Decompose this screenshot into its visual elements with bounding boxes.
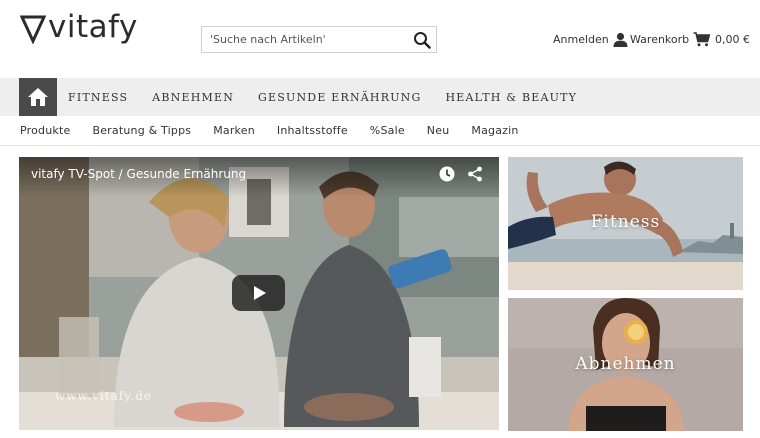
nav-item-abnehmen[interactable]: ABNEHMEN bbox=[152, 91, 234, 104]
video-watermark: www.vitafy.de bbox=[55, 389, 153, 403]
promo-tile-fitness[interactable]: Fitness bbox=[508, 157, 743, 290]
share-icon bbox=[468, 166, 482, 182]
promo-tile-fitness-label: Fitness bbox=[590, 212, 661, 232]
clock-icon bbox=[439, 166, 455, 182]
subnav-item-beratung-tipps[interactable]: Beratung & Tipps bbox=[92, 124, 191, 137]
login-label: Anmelden bbox=[553, 33, 609, 46]
user-icon bbox=[613, 32, 628, 47]
cart-link[interactable]: Warenkorb bbox=[630, 32, 711, 47]
main-navigation: FITNESS ABNEHMEN GESUNDE ERNÄHRUNG HEALT… bbox=[0, 78, 760, 116]
login-link[interactable]: Anmelden bbox=[553, 32, 628, 47]
search-button[interactable] bbox=[410, 28, 434, 51]
nav-item-health-beauty[interactable]: HEALTH & BEAUTY bbox=[445, 91, 577, 104]
cart-total[interactable]: 0,00 € bbox=[715, 33, 750, 46]
promo-tile-abnehmen[interactable]: Abnehmen bbox=[508, 298, 743, 431]
site-header: vitafy Anmelden Warenkorb 0,00 € bbox=[0, 0, 760, 78]
nav-item-gesunde-ernaehrung[interactable]: GESUNDE ERNÄHRUNG bbox=[258, 91, 421, 104]
promo-tile-abnehmen-label: Abnehmen bbox=[575, 354, 676, 374]
share-button[interactable] bbox=[467, 166, 483, 186]
subnav-item-inhaltsstoffe[interactable]: Inhaltsstoffe bbox=[277, 124, 348, 137]
search-input[interactable] bbox=[202, 27, 408, 52]
video-title[interactable]: vitafy TV-Spot / Gesunde Ernährung bbox=[31, 167, 246, 181]
subnav-item-neu[interactable]: Neu bbox=[427, 124, 450, 137]
logo-text: vitafy bbox=[48, 9, 138, 45]
subnav-item-sale[interactable]: %Sale bbox=[370, 124, 405, 137]
shopping-cart-icon bbox=[693, 32, 711, 47]
magnifier-icon bbox=[414, 31, 431, 49]
play-icon bbox=[253, 286, 266, 300]
cart-label: Warenkorb bbox=[630, 33, 690, 46]
home-icon bbox=[28, 88, 48, 106]
home-button[interactable] bbox=[19, 78, 57, 116]
search-box bbox=[201, 26, 437, 53]
video-player[interactable]: vitafy TV-Spot / Gesunde Ernährung www.v… bbox=[19, 157, 499, 430]
nav-item-fitness[interactable]: FITNESS bbox=[68, 91, 128, 104]
watch-later-button[interactable] bbox=[439, 166, 455, 186]
subnav-item-marken[interactable]: Marken bbox=[213, 124, 255, 137]
triangle-logo-icon bbox=[20, 15, 46, 44]
logo[interactable]: vitafy bbox=[20, 10, 138, 44]
subnav-item-magazin[interactable]: Magazin bbox=[471, 124, 518, 137]
subnav-item-produkte[interactable]: Produkte bbox=[20, 124, 70, 137]
sub-navigation: Produkte Beratung & Tipps Marken Inhalts… bbox=[0, 116, 760, 146]
play-button[interactable] bbox=[232, 275, 285, 311]
